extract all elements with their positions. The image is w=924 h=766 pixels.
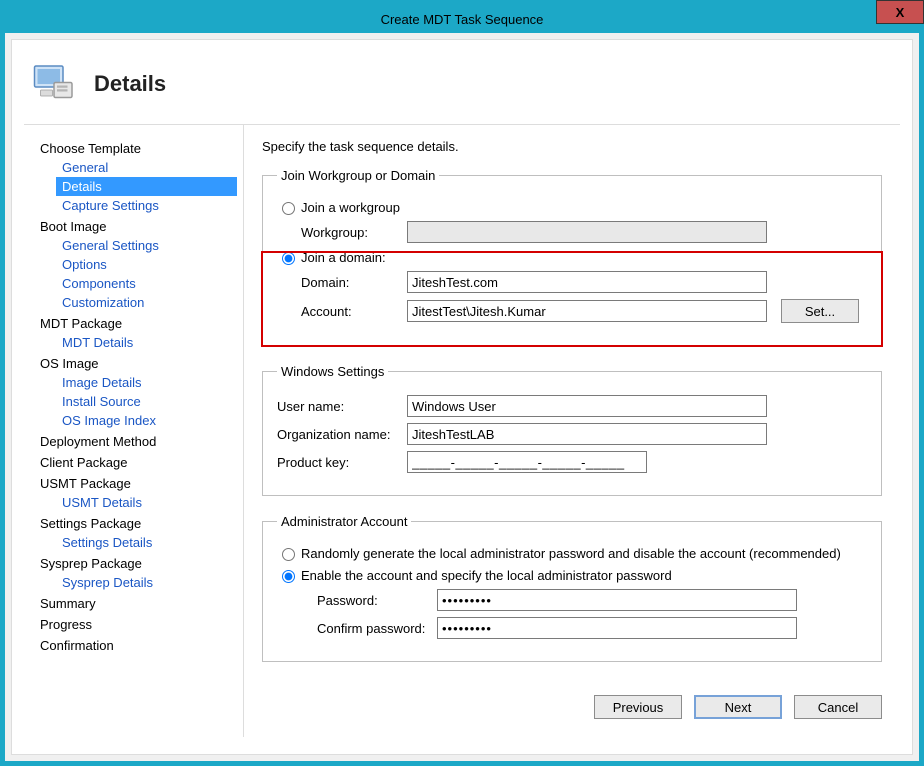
wizard-window: Create MDT Task Sequence X Details Choos…: [0, 0, 924, 766]
instruction-text: Specify the task sequence details.: [262, 139, 882, 154]
sidebar-item-options[interactable]: Options: [56, 255, 237, 274]
next-button[interactable]: Next: [694, 695, 782, 719]
close-button[interactable]: X: [876, 0, 924, 24]
sidebar-cat-progress: Progress: [38, 615, 237, 634]
sidebar-cat-choose-template: Choose Template: [38, 139, 237, 158]
wizard-footer: Previous Next Cancel: [594, 695, 882, 719]
window-title: Create MDT Task Sequence: [5, 12, 919, 27]
orgname-label: Organization name:: [277, 427, 407, 442]
sidebar-item-capture-settings[interactable]: Capture Settings: [56, 196, 237, 215]
join-legend: Join Workgroup or Domain: [277, 168, 439, 183]
sidebar-item-os-image-index[interactable]: OS Image Index: [56, 411, 237, 430]
domain-label: Domain:: [301, 275, 407, 290]
sidebar-cat-boot-image: Boot Image: [38, 217, 237, 236]
sidebar-cat-mdt-package: MDT Package: [38, 314, 237, 333]
username-label: User name:: [277, 399, 407, 414]
password-input[interactable]: [437, 589, 797, 611]
admin-account-group: Administrator Account Randomly generate …: [262, 514, 882, 662]
sidebar-cat-os-image: OS Image: [38, 354, 237, 373]
sidebar-item-components[interactable]: Components: [56, 274, 237, 293]
sidebar-cat-usmt-package: USMT Package: [38, 474, 237, 493]
content-area: Specify the task sequence details. Join …: [244, 125, 900, 737]
sidebar: Choose TemplateGeneralDetailsCapture Set…: [24, 125, 244, 737]
cancel-button[interactable]: Cancel: [794, 695, 882, 719]
page-title: Details: [94, 71, 166, 97]
admin-legend: Administrator Account: [277, 514, 411, 529]
sidebar-item-customization[interactable]: Customization: [56, 293, 237, 312]
confirm-password-label: Confirm password:: [317, 621, 437, 636]
sidebar-item-details[interactable]: Details: [56, 177, 237, 196]
sidebar-item-general-settings[interactable]: General Settings: [56, 236, 237, 255]
join-workgroup-domain-group: Join Workgroup or Domain Join a workgrou…: [262, 168, 882, 346]
orgname-input[interactable]: [407, 423, 767, 445]
titlebar: Create MDT Task Sequence X: [5, 5, 919, 33]
username-input[interactable]: [407, 395, 767, 417]
sidebar-item-install-source[interactable]: Install Source: [56, 392, 237, 411]
admin-random-radio[interactable]: [282, 548, 295, 561]
set-account-button[interactable]: Set...: [781, 299, 859, 323]
sidebar-item-general[interactable]: General: [56, 158, 237, 177]
join-domain-radio[interactable]: [282, 252, 295, 265]
sidebar-cat-deployment-method: Deployment Method: [38, 432, 237, 451]
sidebar-cat-settings-package: Settings Package: [38, 514, 237, 533]
admin-enable-radio-label: Enable the account and specify the local…: [301, 568, 672, 583]
admin-enable-radio[interactable]: [282, 570, 295, 583]
windows-legend: Windows Settings: [277, 364, 388, 379]
sidebar-item-sysprep-details[interactable]: Sysprep Details: [56, 573, 237, 592]
join-domain-radio-label: Join a domain:: [301, 250, 386, 265]
workgroup-label: Workgroup:: [301, 225, 407, 240]
sidebar-cat-confirmation: Confirmation: [38, 636, 237, 655]
admin-random-radio-label: Randomly generate the local administrato…: [301, 546, 841, 561]
previous-button[interactable]: Previous: [594, 695, 682, 719]
sidebar-cat-sysprep-package: Sysprep Package: [38, 554, 237, 573]
sidebar-item-mdt-details[interactable]: MDT Details: [56, 333, 237, 352]
computer-icon: [30, 60, 78, 108]
productkey-label: Product key:: [277, 455, 407, 470]
account-input[interactable]: [407, 300, 767, 322]
account-label: Account:: [301, 304, 407, 319]
sidebar-cat-summary: Summary: [38, 594, 237, 613]
join-workgroup-radio-label: Join a workgroup: [301, 200, 400, 215]
close-icon: X: [896, 5, 905, 20]
sidebar-item-settings-details[interactable]: Settings Details: [56, 533, 237, 552]
password-label: Password:: [317, 593, 437, 608]
sidebar-cat-client-package: Client Package: [38, 453, 237, 472]
sidebar-item-usmt-details[interactable]: USMT Details: [56, 493, 237, 512]
domain-input[interactable]: [407, 271, 767, 293]
workgroup-input: [407, 221, 767, 243]
wizard-header: Details: [24, 52, 900, 125]
confirm-password-input[interactable]: [437, 617, 797, 639]
sidebar-item-image-details[interactable]: Image Details: [56, 373, 237, 392]
windows-settings-group: Windows Settings User name: Organization…: [262, 364, 882, 496]
join-workgroup-radio[interactable]: [282, 202, 295, 215]
productkey-input[interactable]: [407, 451, 647, 473]
